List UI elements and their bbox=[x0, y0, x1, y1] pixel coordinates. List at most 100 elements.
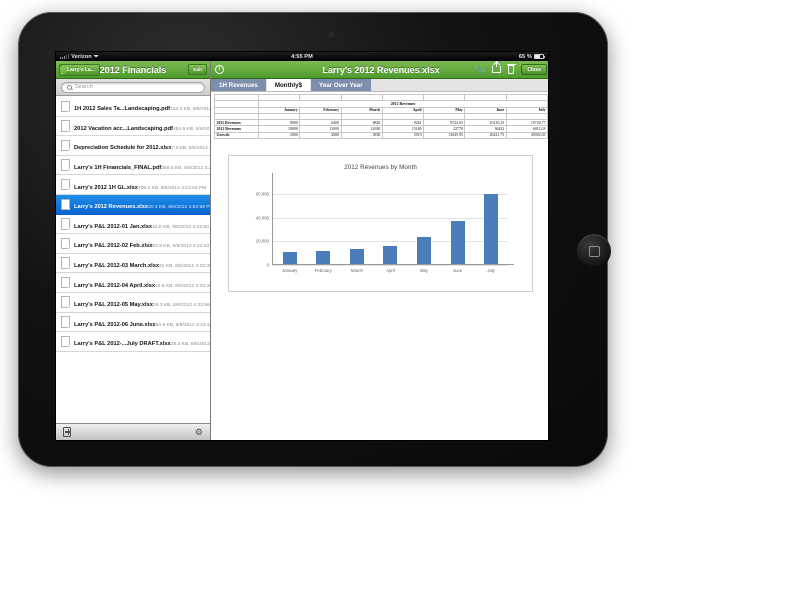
document-viewer-pane: i Larry's 2012 Revenues.xlsx 📎 Close 1H … bbox=[211, 61, 548, 440]
file-name: 1H 2012 Sales Ta...Landscaping.pdf bbox=[74, 106, 170, 113]
file-meta: 54.9 KB, 8/6/2012 4:22:43 PM bbox=[152, 244, 210, 250]
chart-y-tick-label: 0 bbox=[266, 262, 269, 268]
chart-y-tick-label: 60,000 bbox=[255, 191, 269, 197]
chart-bar-group bbox=[476, 182, 507, 264]
tab-year-over-year[interactable]: Year Over Year bbox=[311, 79, 372, 91]
chart-x-tick-label: April bbox=[386, 268, 395, 273]
list-item[interactable]: 1H 2012 Sales Ta...Landscaping.pdf424.3 … bbox=[56, 97, 210, 117]
document-icon bbox=[61, 159, 70, 171]
document-navigation-bar: i Larry's 2012 Revenues.xlsx 📎 Close bbox=[211, 61, 548, 79]
file-text: Larry's P&L 2012-04 April.xlsx18.8 KB, 8… bbox=[74, 274, 210, 292]
document-icon bbox=[61, 237, 70, 250]
chart-bar bbox=[450, 221, 465, 264]
file-meta: 424.3 KB, 8/6/2012 4:25:41 PM bbox=[169, 107, 210, 113]
document-icon bbox=[61, 316, 70, 328]
tab-1h-revenues[interactable]: 1H Revenues bbox=[211, 79, 267, 91]
document-nav-actions: 📎 Close bbox=[474, 62, 547, 76]
chart-plot-area: 0 20,000 40,000 60,000 January February March… bbox=[256, 173, 514, 273]
search-icon bbox=[67, 84, 72, 90]
chart-bar-group bbox=[442, 182, 473, 264]
trash-icon[interactable] bbox=[507, 63, 516, 74]
document-icon bbox=[61, 120, 70, 132]
file-list[interactable]: 1H 2012 Sales Ta...Landscaping.pdf424.3 … bbox=[56, 96, 210, 423]
list-item[interactable]: Larry's P&L 2012-04 April.xlsx18.8 KB, 8… bbox=[56, 273, 210, 293]
list-item[interactable]: Larry's P&L 2012-...July DRAFT.xlsx28.3 … bbox=[56, 332, 210, 352]
search-input[interactable]: Search bbox=[61, 81, 205, 93]
file-text: Depreciation Schedule for 2012.xlsx7.6 K… bbox=[74, 136, 210, 154]
file-meta: 7.6 KB, 8/6/2012 4:25:09 PM bbox=[171, 146, 210, 152]
chart-y-tick-label: 20,000 bbox=[255, 238, 269, 244]
front-camera-icon bbox=[329, 32, 334, 37]
chart-bar-group bbox=[275, 182, 306, 264]
table-cell: 2600 bbox=[299, 131, 342, 140]
file-name: Larry's 1H Financials_FINAL.pdf bbox=[74, 165, 162, 172]
info-icon[interactable]: i bbox=[215, 65, 224, 74]
chart-x-tick-label: July bbox=[487, 268, 495, 273]
search-bar-row: Search bbox=[56, 79, 210, 96]
file-name: Larry's P&L 2012-03 March.xlsx bbox=[74, 263, 160, 270]
table-cell: 13045.95 bbox=[423, 131, 466, 140]
file-meta: 359.5 KB, 8/6/2012 4:23:21 PM bbox=[161, 166, 210, 172]
file-text: Larry's 1H Financials_FINAL.pdf359.5 KB,… bbox=[74, 156, 210, 174]
table-row: Growth 2000 2600 3830 5919 13045.95 26221.75 49… bbox=[214, 131, 548, 140]
back-button[interactable]: Larry's La... bbox=[59, 63, 100, 76]
list-item[interactable]: Larry's P&L 2012-03 March.xlsx22 KB, 8/6… bbox=[56, 253, 210, 274]
file-text: Larry's P&L 2012-02 Feb.xlsx54.9 KB, 8/6… bbox=[74, 234, 210, 252]
sidebar-bottom-toolbar: ⚙ bbox=[56, 423, 210, 440]
file-meta: 15.8 KB, 8/6/2012 4:22:50 PM bbox=[152, 224, 210, 230]
home-button[interactable] bbox=[577, 234, 611, 268]
chart-bar-group bbox=[375, 182, 406, 264]
close-button-label: Close bbox=[527, 66, 541, 73]
chart-bar bbox=[383, 246, 398, 264]
document-icon bbox=[61, 276, 70, 289]
chart-bar bbox=[282, 252, 297, 264]
file-meta: 709.1 KB, 8/6/2012 4:23:04 PM bbox=[137, 185, 207, 191]
chart-bar bbox=[484, 193, 499, 264]
list-item[interactable]: Larry's 2012 Revenues.xlsx20.3 KB, 8/6/2… bbox=[56, 194, 210, 215]
chart-x-tick-label: June bbox=[452, 268, 463, 273]
file-name: Larry's P&L 2012-02 Feb.xlsx bbox=[74, 243, 153, 250]
share-icon[interactable] bbox=[491, 62, 501, 74]
file-text: Larry's P&L 2012-03 March.xlsx22 KB, 8/6… bbox=[74, 254, 210, 272]
file-text: Larry's 2012 1H GL.xlsx709.1 KB, 8/6/201… bbox=[74, 176, 206, 194]
list-item[interactable]: 2012 Vacation acc...Landscaping.pdf484.8… bbox=[56, 116, 210, 137]
tab-monthly[interactable]: Monthly$ bbox=[266, 79, 312, 91]
ipad-device-frame: Verizon ⏷ 4:55 PM 65 % Larry's La... 201… bbox=[18, 12, 611, 467]
table-cell: 5919 bbox=[381, 131, 425, 140]
file-text: 1H 2012 Sales Ta...Landscaping.pdf424.3 … bbox=[74, 97, 210, 115]
list-item[interactable]: Larry's 2012 1H GL.xlsx709.1 KB, 8/6/201… bbox=[56, 175, 210, 195]
file-browser-sidebar: Larry's La... 2012 Financials Edit Searc… bbox=[56, 61, 211, 440]
paperclip-icon[interactable]: 📎 bbox=[474, 64, 486, 76]
gear-icon[interactable]: ⚙ bbox=[195, 427, 203, 437]
back-button-label: Larry's La... bbox=[67, 66, 95, 73]
list-item[interactable]: Larry's P&L 2012-02 Feb.xlsx54.9 KB, 8/6… bbox=[56, 234, 210, 254]
sidebar-navigation-bar: Larry's La... 2012 Financials Edit bbox=[56, 61, 210, 79]
document-icon bbox=[61, 257, 70, 269]
file-name: 2012 Vacation acc...Landscaping.pdf bbox=[74, 125, 173, 132]
file-name: Larry's P&L 2012-01 Jan.xlsx bbox=[74, 223, 153, 230]
grid-view-icon[interactable] bbox=[230, 65, 239, 74]
file-meta: 28.3 KB, 8/6/2012 4:23:56 PM bbox=[152, 303, 210, 309]
sheet-tab-bar[interactable]: 1H Revenues Monthly$ Year Over Year bbox=[211, 79, 548, 92]
list-item[interactable]: Larry's 1H Financials_FINAL.pdf359.5 KB,… bbox=[56, 155, 210, 176]
table-cell: 2000 bbox=[257, 131, 301, 140]
close-button[interactable]: Close bbox=[521, 63, 547, 76]
list-item[interactable]: Larry's P&L 2012-01 Jan.xlsx15.8 KB, 8/6… bbox=[56, 214, 210, 235]
home-button-square-icon bbox=[588, 245, 600, 257]
file-meta: 28.3 KB, 8/6/2012 4:24:54 PM bbox=[170, 342, 210, 348]
chart-bar-group bbox=[342, 182, 373, 264]
file-name: Larry's 2012 1H GL.xlsx bbox=[74, 184, 138, 191]
document-icon bbox=[61, 296, 70, 308]
list-item[interactable]: Larry's P&L 2012-05 May.xlsx28.3 KB, 8/6… bbox=[56, 292, 210, 313]
list-item[interactable]: Depreciation Schedule for 2012.xlsx7.6 K… bbox=[56, 136, 210, 156]
file-text: 2012 Vacation acc...Landscaping.pdf484.8… bbox=[74, 117, 210, 135]
wifi-icon: ⏷ bbox=[93, 53, 99, 60]
status-bar-left: Verizon ⏷ bbox=[56, 54, 218, 60]
add-document-icon[interactable] bbox=[63, 427, 71, 437]
list-item[interactable]: Larry's P&L 2012-06 June.xlsx54.9 KB, 8/… bbox=[56, 312, 210, 333]
edit-button[interactable]: Edit bbox=[188, 64, 207, 75]
document-icon bbox=[61, 335, 70, 348]
file-name: Larry's 2012 Revenues.xlsx bbox=[74, 204, 149, 211]
status-bar-time: 4:55 PM bbox=[291, 53, 313, 60]
chart-bar bbox=[417, 237, 432, 264]
